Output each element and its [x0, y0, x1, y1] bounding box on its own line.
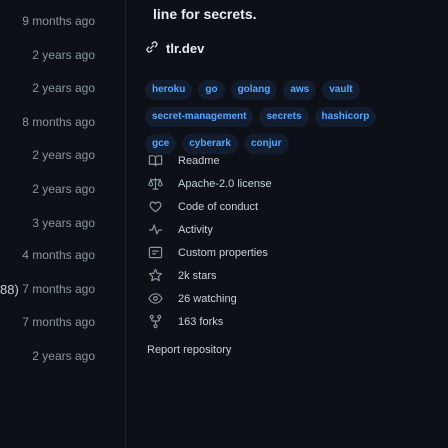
- law-scale-icon: [147, 176, 163, 192]
- custom-properties-link[interactable]: Custom properties: [147, 241, 447, 264]
- about-sidebar: line for secrets. tlr.dev heroku go gola…: [125, 0, 448, 448]
- repo-description: line for secrets.: [153, 6, 257, 22]
- activity-label: Activity: [178, 223, 213, 236]
- file-commit-age[interactable]: 4 months ago: [22, 248, 95, 262]
- topic-tag[interactable]: aws: [283, 80, 317, 100]
- book-icon: [147, 153, 163, 169]
- report-repository-link[interactable]: Report repository: [147, 344, 231, 356]
- pulse-icon: [147, 222, 163, 238]
- file-commit-age[interactable]: 2 years ago: [32, 349, 95, 363]
- topic-tag[interactable]: secret-management: [145, 107, 254, 127]
- readme-link[interactable]: Readme: [147, 149, 447, 172]
- topic-tag[interactable]: go: [198, 80, 225, 100]
- website-link[interactable]: tlr.dev: [145, 38, 204, 58]
- commit-message-fragment[interactable]: 88): [0, 282, 19, 297]
- heart-shield-icon: [147, 199, 163, 215]
- eye-icon: [147, 291, 163, 307]
- code-of-conduct-label: Code of conduct: [178, 200, 259, 213]
- note-icon: [147, 245, 163, 261]
- file-commit-age[interactable]: 2 years ago: [32, 148, 95, 162]
- repo-forked-icon: [147, 314, 163, 330]
- activity-link[interactable]: Activity: [147, 218, 447, 241]
- file-commit-age[interactable]: 2 years ago: [32, 81, 95, 95]
- watchers-label: 26 watching: [178, 292, 237, 305]
- stars-link[interactable]: 2k stars: [147, 264, 447, 287]
- readme-label: Readme: [178, 154, 220, 167]
- topic-tag[interactable]: heroku: [145, 80, 193, 100]
- star-icon: [147, 268, 163, 284]
- topic-row: heroku go golang aws vault: [145, 80, 448, 100]
- file-commit-age[interactable]: 7 months ago: [22, 282, 95, 296]
- about-links: Readme Apache-2.0 license Code of conduc…: [147, 149, 447, 333]
- license-label: Apache-2.0 license: [178, 177, 272, 190]
- file-commit-age[interactable]: 2 years ago: [32, 182, 95, 196]
- file-commit-age[interactable]: 8 months ago: [22, 115, 95, 129]
- code-of-conduct-link[interactable]: Code of conduct: [147, 195, 447, 218]
- file-commit-age[interactable]: 3 years ago: [32, 216, 95, 230]
- license-link[interactable]: Apache-2.0 license: [147, 172, 447, 195]
- file-commit-age[interactable]: 2 years ago: [32, 48, 95, 62]
- topic-tag[interactable]: secrets: [259, 107, 309, 127]
- file-commit-age[interactable]: 7 months ago: [22, 315, 95, 329]
- file-commit-age[interactable]: 9 months ago: [22, 14, 95, 28]
- custom-properties-label: Custom properties: [178, 246, 268, 259]
- topic-tag[interactable]: golang: [230, 80, 278, 100]
- forks-link[interactable]: 163 forks: [147, 310, 447, 333]
- link-icon: [145, 40, 159, 57]
- forks-label: 163 forks: [178, 315, 224, 328]
- topic-tag[interactable]: hashicorp: [314, 107, 377, 127]
- topic-tag[interactable]: vault: [322, 80, 360, 100]
- repository-page: 88) 9 months ago 2 years ago 2 years ago…: [0, 0, 448, 448]
- watchers-link[interactable]: 26 watching: [147, 287, 447, 310]
- stars-label: 2k stars: [178, 269, 217, 282]
- topic-row: secret-management secrets hashicorp: [145, 107, 448, 127]
- file-list-fragment: 88) 9 months ago 2 years ago 2 years ago…: [0, 0, 125, 448]
- website-label: tlr.dev: [166, 40, 205, 56]
